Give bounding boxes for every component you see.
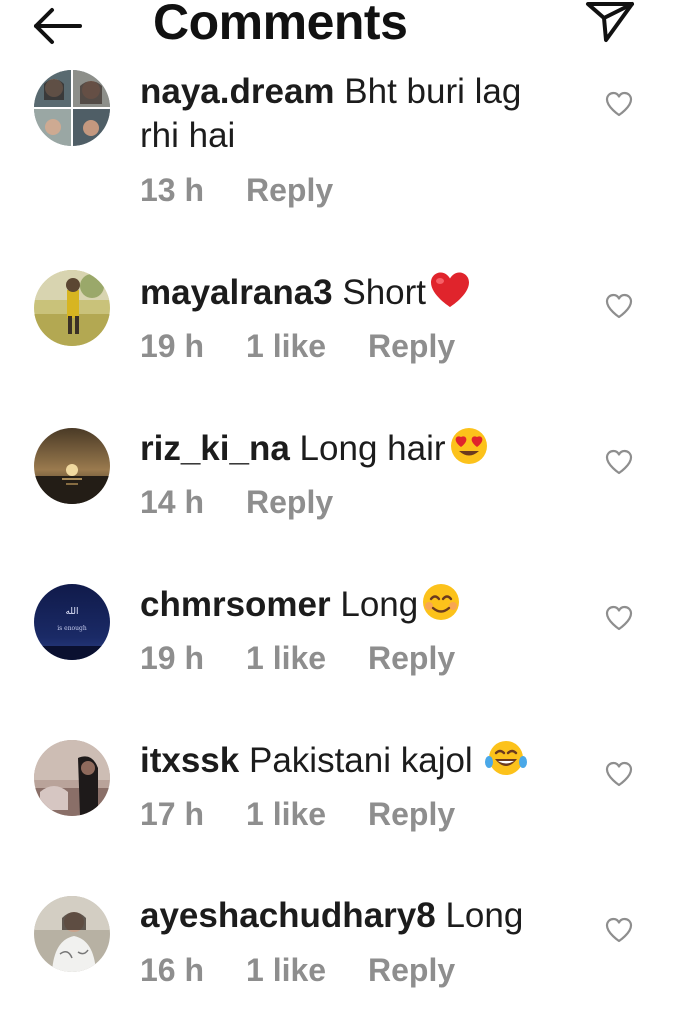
header: Comments [0,0,678,60]
paper-plane-icon [586,2,634,42]
avatar[interactable] [34,428,110,504]
comment-time: 13 h [140,172,205,208]
red-heart-emoji [428,270,472,321]
comment-text: ayeshachudhary8 Long [140,894,560,938]
like-count[interactable]: 1 like [246,796,368,833]
comment-meta: 13 h Reply [140,172,333,209]
comment-meta: 19 h 1 like Reply [140,640,455,677]
avatar[interactable] [34,896,110,972]
comment-meta: 14 h Reply [140,484,333,521]
comment-username[interactable]: ayeshachudhary8 [140,896,436,935]
reply-button[interactable]: Reply [368,640,455,677]
like-heart-icon[interactable] [604,916,634,944]
avatar-text: is enough [57,625,87,632]
comment-time: 17 h [140,796,205,832]
comment-text: itxssk Pakistani kajol [140,738,560,789]
comment-text: mayalrana3 Short [140,270,560,321]
like-heart-icon[interactable] [604,292,634,320]
comment-text: naya.dream Bht buri lag rhi hai [140,70,560,158]
like-heart-icon[interactable] [604,90,634,118]
like-count[interactable]: 1 like [246,640,368,677]
comment-username[interactable]: mayalrana3 [140,273,333,312]
avatar-text: الله [65,607,78,617]
reply-button[interactable]: Reply [246,484,333,521]
comment-time: 19 h [140,328,205,364]
back-button[interactable] [28,2,88,46]
tears-of-joy-emoji [484,738,528,789]
reply-button[interactable]: Reply [246,172,333,209]
comment-username[interactable]: riz_ki_na [140,429,290,468]
comment-body: Long hair [299,429,446,468]
heart-eyes-emoji [448,426,490,477]
like-count[interactable]: 1 like [246,952,368,989]
comment-username[interactable]: chmrsomer [140,585,331,624]
avatar[interactable] [34,740,110,816]
comment-meta: 17 h 1 like Reply [140,796,455,833]
comment-username[interactable]: naya.dream [140,72,335,111]
comment-username[interactable]: itxssk [140,741,239,780]
comment-time: 19 h [140,640,205,676]
comment-time: 14 h [140,484,205,520]
comment-meta: 16 h 1 like Reply [140,952,455,989]
like-count[interactable]: 1 like [246,328,368,365]
avatar[interactable]: الله is enough [34,584,110,660]
share-button[interactable] [584,0,636,44]
reply-button[interactable]: Reply [368,796,455,833]
comment-text: chmrsomer Long [140,582,560,633]
like-heart-icon[interactable] [604,448,634,476]
smiling-face-emoji [420,582,462,633]
reply-button[interactable]: Reply [368,952,455,989]
comment-text: riz_ki_na Long hair [140,426,560,477]
like-heart-icon[interactable] [604,604,634,632]
page-title: Comments [153,0,408,50]
avatar[interactable] [34,270,110,346]
like-heart-icon[interactable] [604,760,634,788]
arrow-left-icon [34,8,82,44]
avatar[interactable] [34,70,110,146]
comment-body: Long [445,896,524,935]
comment-body: Long [340,585,419,624]
comment-body: Pakistani kajol [248,741,473,780]
reply-button[interactable]: Reply [368,328,455,365]
comment-meta: 19 h 1 like Reply [140,328,455,365]
comment-body: Short [342,273,427,312]
comment-time: 16 h [140,952,205,988]
